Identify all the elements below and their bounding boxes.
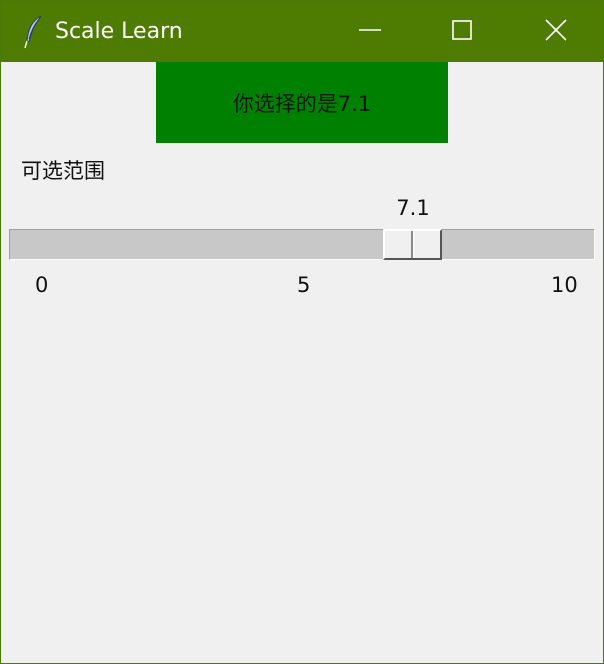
close-button[interactable]: [510, 1, 602, 62]
title-bar[interactable]: Scale Learn: [1, 1, 603, 62]
minimize-button[interactable]: [324, 1, 416, 62]
close-icon: [545, 18, 567, 45]
selection-result-label: 你选择的是7.1: [156, 62, 448, 143]
scale-current-value: 7.1: [396, 196, 430, 220]
scale-tick-0: 0: [35, 273, 49, 297]
selection-result-text: 你选择的是7.1: [232, 91, 372, 116]
feather-icon: [23, 15, 45, 49]
app-window: Scale Learn 你选择的是7.1 可选范围 7.1 0 5 10: [0, 0, 604, 664]
window-title: Scale Learn: [55, 19, 183, 44]
scale-slider-handle[interactable]: [383, 229, 442, 260]
scale-range-label: 可选范围: [21, 159, 105, 183]
scale-tick-5: 5: [297, 273, 311, 297]
scale-trough[interactable]: [9, 229, 595, 260]
maximize-button[interactable]: [416, 1, 508, 62]
maximize-icon: [452, 19, 472, 44]
minimize-icon: [359, 19, 381, 45]
scale-tick-10: 10: [551, 273, 578, 297]
